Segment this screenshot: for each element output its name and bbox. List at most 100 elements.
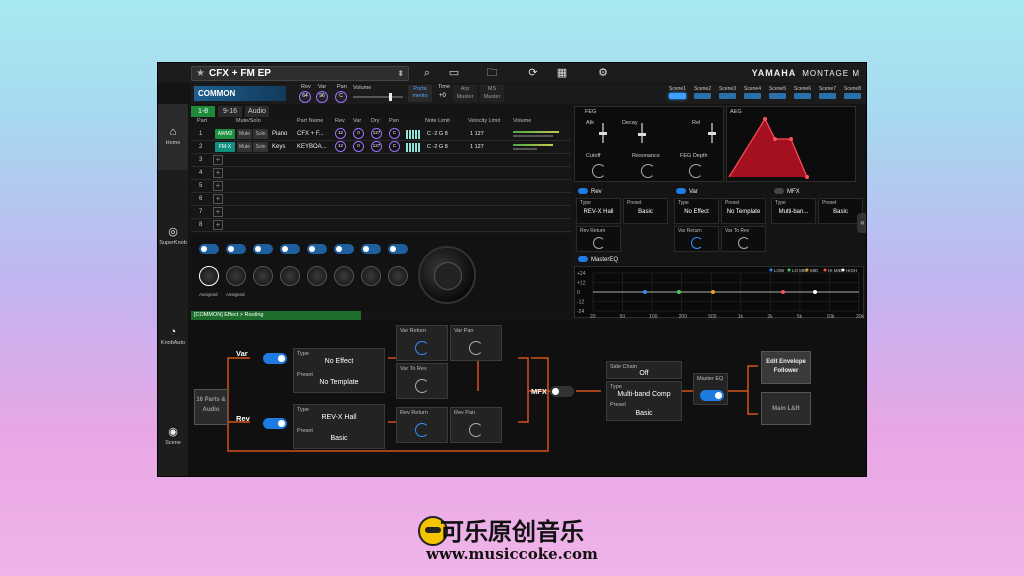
mfx-type-field[interactable]: Type Multi-ban... bbox=[771, 198, 816, 224]
note-limit[interactable]: C -2 G 8 bbox=[427, 131, 448, 137]
sidebar-item-knobauto[interactable]: ◔ KnobAuto bbox=[158, 304, 188, 370]
var-return-box[interactable]: Var Return bbox=[396, 325, 448, 361]
table-row[interactable]: 1 AWM2 Mute Solo Piano CFX + F... 12 0 1… bbox=[191, 128, 571, 141]
sidebar-item-scene[interactable]: ◉ Scene bbox=[158, 404, 188, 470]
var-send-knob[interactable]: 0 bbox=[353, 128, 364, 139]
side-chain-field[interactable]: Side Chain Off bbox=[606, 361, 682, 379]
var-send-knob[interactable]: 0 bbox=[353, 141, 364, 152]
eq-band-point[interactable] bbox=[781, 290, 785, 294]
rev-preset-field[interactable]: Preset Basic bbox=[623, 198, 668, 224]
var-to-rev-box[interactable]: Var To Rev bbox=[396, 363, 448, 399]
rev-pan-knob[interactable] bbox=[469, 423, 483, 437]
master-eq-toggle[interactable] bbox=[700, 390, 724, 401]
assign-knob[interactable] bbox=[361, 266, 381, 286]
table-row[interactable]: 7 + bbox=[191, 206, 571, 219]
mute-button[interactable]: Mute bbox=[237, 129, 252, 139]
rev-send-knob[interactable]: 12 bbox=[335, 128, 346, 139]
eq-band-point[interactable] bbox=[813, 290, 817, 294]
knob-switch[interactable] bbox=[280, 244, 300, 254]
master-eq-box[interactable]: Master EQ bbox=[693, 373, 728, 405]
table-row[interactable]: 8 + bbox=[191, 219, 571, 232]
aeg-envelope-graph[interactable] bbox=[727, 107, 857, 183]
volume-fader[interactable] bbox=[513, 135, 553, 137]
knob-switch[interactable] bbox=[226, 244, 246, 254]
ms-master-button[interactable]: MS Master bbox=[480, 85, 504, 102]
volume-bar[interactable] bbox=[513, 131, 559, 133]
engine-tag[interactable]: AWM2 bbox=[215, 129, 235, 139]
solo-button[interactable]: Solo bbox=[253, 129, 268, 139]
table-row[interactable]: 5 + bbox=[191, 180, 571, 193]
var-return-knob[interactable] bbox=[691, 237, 703, 249]
scene-1-button[interactable]: Scene1 bbox=[666, 86, 689, 101]
assign-knob[interactable] bbox=[199, 266, 219, 286]
scene-6-button[interactable]: Scene6 bbox=[791, 86, 814, 101]
rev-return-box[interactable]: Rev Return bbox=[396, 407, 448, 443]
up-down-arrows-icon[interactable]: ⬍ bbox=[397, 67, 404, 80]
engine-tag[interactable]: FM-X bbox=[215, 142, 235, 152]
rev-return-control[interactable]: Rev Return bbox=[576, 226, 621, 252]
table-row[interactable]: 6 + bbox=[191, 193, 571, 206]
dry-knob[interactable]: 127 bbox=[371, 141, 382, 152]
main-lr-output[interactable]: Main L&R bbox=[761, 392, 811, 425]
var-return-knob[interactable] bbox=[415, 341, 429, 355]
add-part-icon[interactable]: + bbox=[213, 194, 223, 204]
sync-icon[interactable]: ⟳ bbox=[525, 66, 541, 80]
resonance-knob[interactable] bbox=[641, 164, 655, 178]
assign-knob[interactable] bbox=[226, 266, 246, 286]
solo-button[interactable]: Solo bbox=[253, 142, 268, 152]
feg-decay-slider[interactable] bbox=[638, 123, 646, 143]
routing-breadcrumb[interactable]: [COMMON] Effect > Routing bbox=[191, 311, 361, 320]
edit-envelope-follower-button[interactable]: Edit Envelope Follower bbox=[761, 351, 811, 384]
var-knob[interactable]: 96 bbox=[316, 91, 328, 103]
feg-atk-slider[interactable] bbox=[599, 123, 607, 143]
rev-toggle[interactable] bbox=[263, 418, 287, 429]
var-header[interactable]: Var bbox=[676, 188, 766, 197]
rev-return-knob[interactable] bbox=[593, 237, 605, 249]
eq-curve[interactable]: +24 +12 0 -12 -24 20 50 100 200 500 1k 2k 5k 10k 20k LO… bbox=[575, 267, 865, 319]
rev-header[interactable]: Rev bbox=[578, 188, 668, 197]
table-row[interactable]: 3 + bbox=[191, 154, 571, 167]
var-preset-field[interactable]: Preset No Template bbox=[721, 198, 766, 224]
source-16-parts-audio[interactable]: 16 Parts & Audio bbox=[194, 389, 228, 425]
scene-4-button[interactable]: Scene4 bbox=[741, 86, 764, 101]
var-return-control[interactable]: Var Return bbox=[674, 226, 719, 252]
rev-return-knob[interactable] bbox=[415, 423, 429, 437]
eq-band-point[interactable] bbox=[677, 290, 681, 294]
tab-1-8[interactable]: 1-8 bbox=[191, 106, 215, 117]
gear-icon[interactable]: ⚙ bbox=[595, 66, 611, 80]
knob-switch[interactable] bbox=[388, 244, 408, 254]
velocity-limit[interactable]: 1 127 bbox=[470, 144, 484, 150]
scene-5-button[interactable]: Scene5 bbox=[766, 86, 789, 101]
add-part-icon[interactable]: + bbox=[213, 168, 223, 178]
var-pan-knob[interactable] bbox=[469, 341, 483, 355]
tab-9-16[interactable]: 9-16 bbox=[218, 106, 242, 117]
var-toggle[interactable] bbox=[263, 353, 287, 364]
knob-switch[interactable] bbox=[253, 244, 273, 254]
var-to-rev-knob[interactable] bbox=[415, 379, 429, 393]
assign-knob[interactable] bbox=[334, 266, 354, 286]
tab-audio[interactable]: Audio bbox=[245, 106, 269, 117]
eq-band-point[interactable] bbox=[711, 290, 715, 294]
eq-band-point[interactable] bbox=[643, 290, 647, 294]
mfx-type-preset-box[interactable]: Type Multi-band Comp Preset Basic bbox=[606, 381, 682, 421]
search-icon[interactable]: ⌕ bbox=[419, 66, 435, 80]
var-type-field[interactable]: Type No Effect bbox=[674, 198, 719, 224]
rev-type-field[interactable]: Type REV-X Hall bbox=[576, 198, 621, 224]
volume-bar[interactable] bbox=[513, 144, 553, 146]
mute-button[interactable]: Mute bbox=[237, 142, 252, 152]
pan-knob[interactable]: C bbox=[389, 128, 400, 139]
keyboard-grid-icon[interactable]: ▦ bbox=[554, 66, 570, 80]
cutoff-knob[interactable] bbox=[592, 164, 606, 178]
star-icon[interactable]: ★ bbox=[196, 68, 205, 79]
pan-knob[interactable]: C bbox=[335, 91, 347, 103]
scene-8-button[interactable]: Scene8 bbox=[841, 86, 864, 101]
assign-knob[interactable] bbox=[307, 266, 327, 286]
scene-7-button[interactable]: Scene7 bbox=[816, 86, 839, 101]
sidebar-item-superknob[interactable]: ◎ SuperKnob bbox=[158, 204, 188, 270]
master-eq-header[interactable]: MasterEQ bbox=[578, 256, 668, 265]
sidebar-item-home[interactable]: ⌂ Home bbox=[158, 104, 188, 170]
master-eq-graph[interactable]: +24 +12 0 -12 -24 20 50 100 200 500 1k 2k 5k 10k 20k LO… bbox=[574, 266, 865, 319]
add-part-icon[interactable]: + bbox=[213, 181, 223, 191]
assign-knob[interactable] bbox=[388, 266, 408, 286]
preset-title-field[interactable]: ★ CFX + FM EP ⬍ bbox=[191, 66, 409, 81]
